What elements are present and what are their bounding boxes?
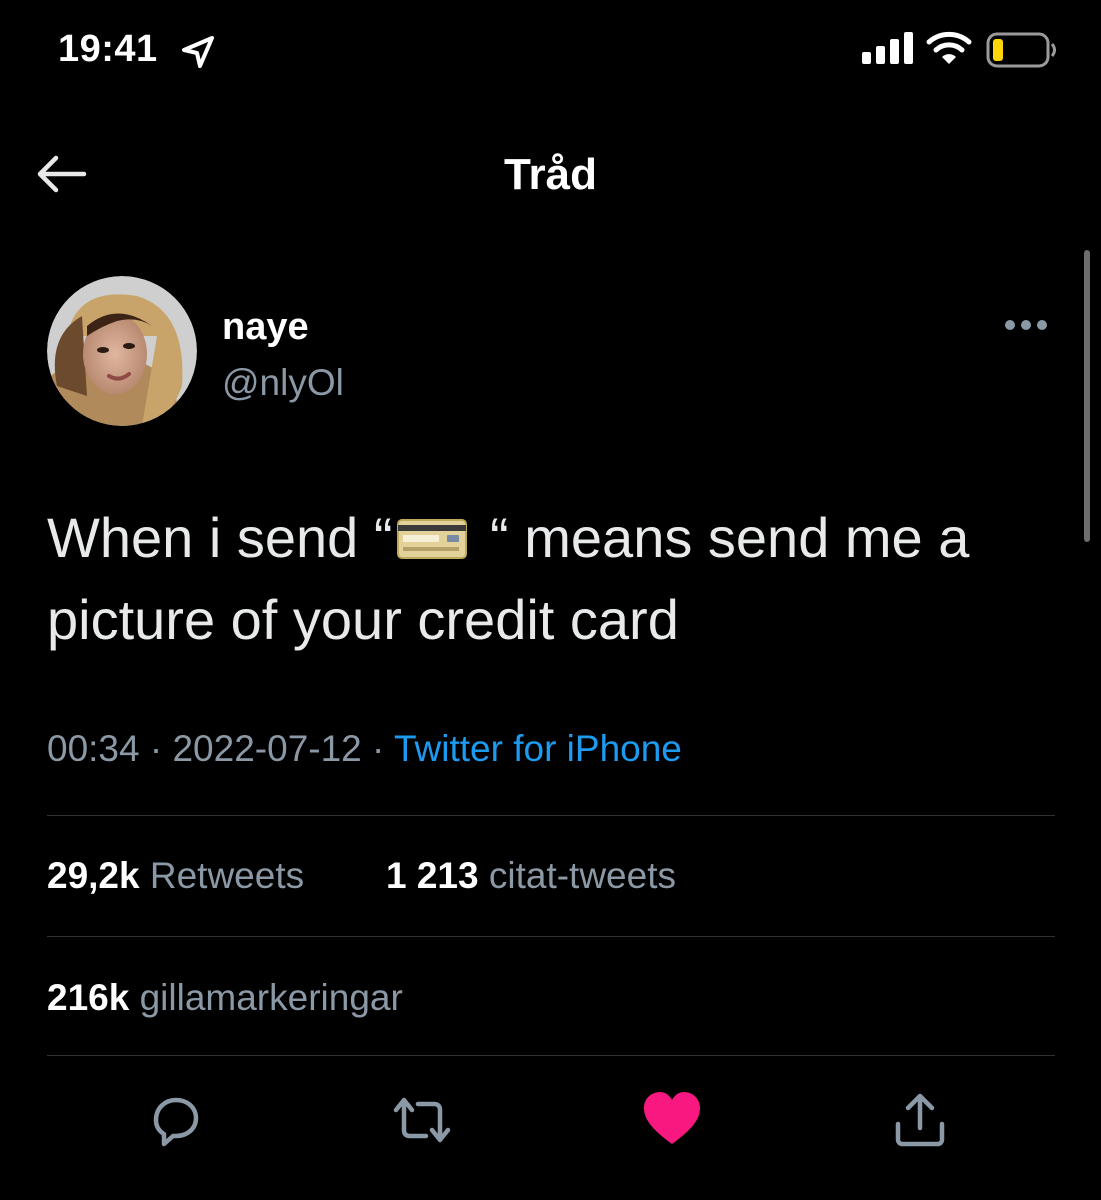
wifi-icon [926,31,972,64]
author-name[interactable]: naye [222,306,309,349]
battery-icon [986,32,1056,68]
meta-separator: · [361,728,394,769]
like-stats[interactable]: 216k gillamarkeringar [47,977,403,1019]
scrollbar[interactable] [1084,250,1090,542]
retweet-icon[interactable] [390,1088,454,1152]
reply-icon[interactable] [142,1088,206,1152]
page-title: Tråd [504,150,597,199]
tweet-text-part1: When i send “ [47,506,393,569]
like-icon[interactable] [640,1086,704,1150]
tweet-source-link[interactable]: Twitter for iPhone [394,728,682,769]
quotes-label: citat-tweets [488,855,676,896]
meta-separator: · [139,728,173,769]
likes-label: gillamarkeringar [139,977,403,1018]
location-arrow-icon [182,36,214,68]
retweets-count: 29,2k [47,855,140,896]
tweet-text: When i send “ “ means send me a picture … [47,497,1057,661]
signal-bars-icon [862,32,913,64]
tweet-meta: 00:34 · 2022-07-12 · Twitter for iPhone [47,728,682,770]
tweet-time: 00:34 [47,728,140,769]
divider [47,815,1055,816]
author-handle[interactable]: @nlyOl [222,362,344,404]
divider [47,1055,1055,1056]
tweet-date: 2022-07-12 [172,728,362,769]
likes-count: 216k [47,977,130,1018]
credit-card-emoji [396,519,467,559]
retweet-stats[interactable]: 29,2k Retweets [47,855,304,897]
retweets-label: Retweets [149,855,305,896]
divider [47,936,1055,937]
more-options-icon[interactable] [1003,318,1049,332]
quote-stats[interactable]: 1 213 citat-tweets [386,855,676,897]
share-icon[interactable] [888,1088,952,1152]
status-time: 19:41 [58,28,158,70]
avatar[interactable] [47,276,197,426]
quotes-count: 1 213 [386,855,479,896]
